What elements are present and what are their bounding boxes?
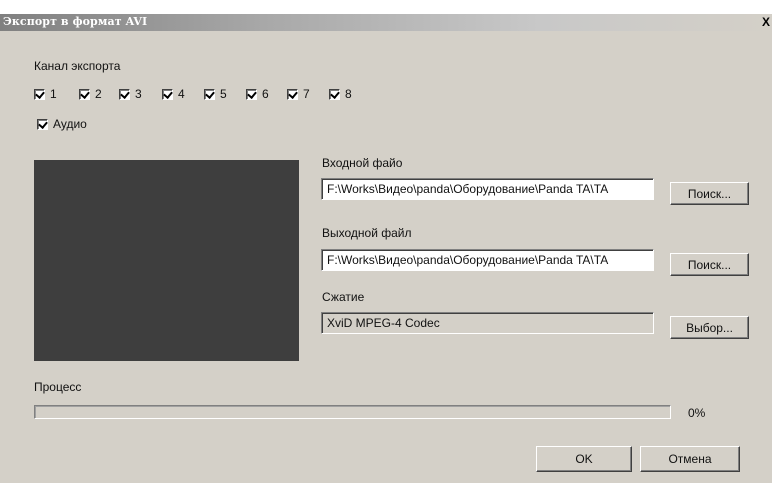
compression-codec-field: XviD MPEG-4 Codec [321, 312, 654, 334]
output-file-label: Выходной файл [322, 226, 412, 240]
checkbox-checked-icon[interactable] [34, 88, 45, 100]
title-bar[interactable]: Экспорт в формат AVI X [0, 14, 772, 31]
checkbox-checked-icon[interactable] [37, 118, 48, 130]
channel-2-checkbox[interactable]: 2 [79, 87, 102, 101]
channel-6-label: 6 [262, 87, 269, 101]
channel-4-label: 4 [178, 87, 185, 101]
input-file-field[interactable]: F:\Works\Видео\panda\Оборудование\Panda … [321, 178, 654, 200]
audio-label: Аудио [53, 117, 87, 131]
video-preview [34, 160, 299, 361]
checkbox-checked-icon[interactable] [246, 88, 257, 100]
channel-6-checkbox[interactable]: 6 [246, 87, 269, 101]
channel-4-checkbox[interactable]: 4 [162, 87, 185, 101]
channel-1-label: 1 [50, 87, 57, 101]
close-icon[interactable]: X [762, 14, 772, 31]
channel-3-label: 3 [135, 87, 142, 101]
ok-button[interactable]: OK [536, 446, 632, 472]
input-file-label: Входной файо [322, 156, 403, 170]
output-browse-button[interactable]: Поиск... [670, 253, 749, 276]
checkbox-checked-icon[interactable] [162, 88, 173, 100]
export-channel-label: Канал экспорта [34, 59, 121, 73]
channel-8-label: 8 [345, 87, 352, 101]
checkbox-checked-icon[interactable] [119, 88, 130, 100]
compression-select-button[interactable]: Выбор... [670, 316, 749, 339]
channel-7-label: 7 [303, 87, 310, 101]
compression-label: Сжатие [322, 290, 365, 304]
channel-7-checkbox[interactable]: 7 [287, 87, 310, 101]
channel-2-label: 2 [95, 87, 102, 101]
audio-checkbox[interactable]: Аудио [37, 117, 87, 131]
checkbox-checked-icon[interactable] [204, 88, 215, 100]
channel-5-label: 5 [220, 87, 227, 101]
checkbox-checked-icon[interactable] [287, 88, 298, 100]
window-title: Экспорт в формат AVI [3, 15, 148, 28]
channel-5-checkbox[interactable]: 5 [204, 87, 227, 101]
process-label: Процесс [34, 380, 82, 394]
channel-1-checkbox[interactable]: 1 [34, 87, 57, 101]
export-avi-dialog: Экспорт в формат AVI X Канал экспорта 1 … [0, 14, 772, 483]
channel-3-checkbox[interactable]: 3 [119, 87, 142, 101]
checkbox-checked-icon[interactable] [79, 88, 90, 100]
checkbox-checked-icon[interactable] [329, 88, 340, 100]
progress-percent: 0% [688, 406, 706, 420]
output-file-field[interactable]: F:\Works\Видео\panda\Оборудование\Panda … [321, 249, 654, 271]
cancel-button[interactable]: Отмена [640, 446, 740, 472]
input-browse-button[interactable]: Поиск... [670, 182, 749, 205]
channel-8-checkbox[interactable]: 8 [329, 87, 352, 101]
progress-bar [34, 405, 671, 419]
